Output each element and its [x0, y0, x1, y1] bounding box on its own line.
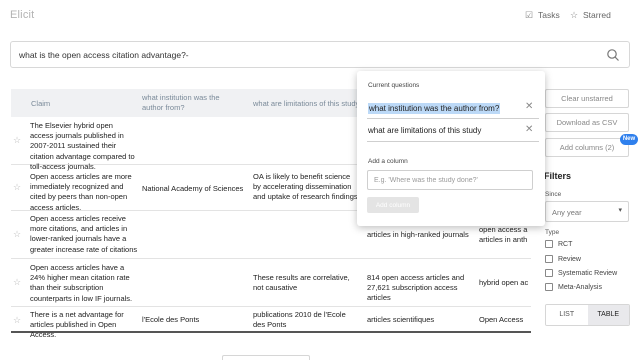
- col4-cell: articles in high-ranked journals: [367, 230, 469, 239]
- col4-cell: 814 open access articles and 27,621 subs…: [367, 273, 465, 303]
- since-label: Since: [545, 191, 562, 198]
- type-label-systematic-review: Systematic Review: [558, 269, 618, 277]
- type-checkbox-systematic-review[interactable]: Systematic Review: [545, 269, 617, 277]
- header-limitations[interactable]: what are limitations of this study: [253, 99, 363, 109]
- app-logo[interactable]: Elicit: [10, 9, 34, 21]
- checkbox[interactable]: [545, 283, 553, 291]
- year-select-value: Any year: [552, 208, 582, 217]
- add-column-label: Add a column: [368, 158, 408, 165]
- institution-cell: National Academy of Sciences: [142, 184, 244, 193]
- add-columns-button[interactable]: Add columns (2): [545, 138, 629, 157]
- type-checkbox-rct[interactable]: RCT: [545, 240, 572, 248]
- question-field[interactable]: what are limitations of this study ✕: [367, 121, 539, 142]
- claim-cell: Open access articles are more immediatel…: [30, 172, 132, 212]
- table-row[interactable]: ☆ Open access articles have a 24% higher…: [11, 259, 531, 307]
- filters-title: Filters: [544, 171, 572, 181]
- claim-cell: There is a net advantage for articles pu…: [30, 310, 124, 340]
- type-label-meta-analysis: Meta-Analysis: [558, 283, 602, 291]
- star-icon[interactable]: ☆: [13, 278, 22, 287]
- search-input[interactable]: what is the open access citation advanta…: [19, 50, 189, 60]
- header-claim: Claim: [31, 99, 51, 108]
- claim-cell: Open access articles have a 24% higher m…: [30, 263, 133, 303]
- type-checkbox-review[interactable]: Review: [545, 255, 581, 263]
- caret-down-icon: ▾: [618, 207, 622, 214]
- nav-starred-label: Starred: [583, 10, 611, 20]
- new-badge: New: [620, 134, 638, 145]
- col4-cell: articles scientifiques: [367, 315, 435, 324]
- checkbox[interactable]: [545, 255, 553, 263]
- star-outline-icon: ☆: [570, 9, 579, 20]
- type-label-review: Review: [558, 255, 581, 263]
- checkbox[interactable]: [545, 240, 553, 248]
- question-text[interactable]: what are limitations of this study: [368, 126, 481, 135]
- header-institution[interactable]: what institution was the author from?: [142, 93, 242, 112]
- load-more-button[interactable]: [222, 355, 310, 360]
- table-view-button[interactable]: TABLE: [587, 305, 629, 325]
- col5-cell: open access a articles in anth: [479, 225, 528, 245]
- close-icon[interactable]: ✕: [525, 125, 535, 135]
- nav-starred[interactable]: ☆ Starred: [570, 10, 611, 20]
- question-field[interactable]: what institution was the author from? ✕: [367, 98, 539, 119]
- star-icon[interactable]: ☆: [13, 183, 22, 192]
- type-label-rct: RCT: [558, 240, 573, 248]
- type-label: Type: [545, 229, 560, 236]
- nav-tasks-label: Tasks: [538, 10, 560, 20]
- questions-popup: Current questions what institution was t…: [357, 71, 545, 226]
- star-icon[interactable]: ☆: [13, 316, 22, 325]
- top-bar: Elicit ☑ Tasks ☆ Starred: [0, 0, 640, 34]
- close-icon[interactable]: ✕: [525, 102, 535, 112]
- col5-cell: hybrid open ac: [479, 278, 529, 287]
- checklist-icon: ☑: [525, 9, 534, 20]
- col5-cell: Open Access: [479, 315, 524, 324]
- limitations-cell: OA is likely to benefit science by accel…: [253, 172, 358, 202]
- search-icon[interactable]: [606, 48, 620, 62]
- clear-unstarred-button[interactable]: Clear unstarred: [545, 89, 629, 108]
- star-icon[interactable]: ☆: [13, 230, 22, 239]
- year-select[interactable]: Any year ▾: [545, 201, 629, 222]
- popup-title: Current questions: [368, 82, 420, 89]
- type-checkbox-meta-analysis[interactable]: Meta-Analysis: [545, 283, 602, 291]
- list-view-button[interactable]: LIST: [546, 305, 588, 325]
- limitations-cell: These results are correlative, not causa…: [253, 273, 350, 293]
- add-column-button[interactable]: Add column: [367, 197, 419, 213]
- institution-cell: l'Ecole des Ponts: [142, 315, 200, 324]
- nav-tasks[interactable]: ☑ Tasks: [525, 10, 560, 20]
- limitations-cell: publications 2010 de l'Ecole des Ponts: [253, 310, 346, 330]
- checkbox[interactable]: [545, 269, 553, 277]
- table-row[interactable]: ☆ There is a net advantage for articles …: [11, 307, 531, 339]
- add-column-input[interactable]: [367, 170, 533, 190]
- search-bar[interactable]: what is the open access citation advanta…: [10, 41, 630, 68]
- question-text[interactable]: what institution was the author from?: [368, 103, 501, 114]
- view-toggle: LIST TABLE: [545, 304, 630, 326]
- claim-cell: Open access articles receive more citati…: [30, 214, 138, 256]
- star-icon[interactable]: ☆: [13, 136, 22, 145]
- download-csv-button[interactable]: Download as CSV: [545, 113, 629, 132]
